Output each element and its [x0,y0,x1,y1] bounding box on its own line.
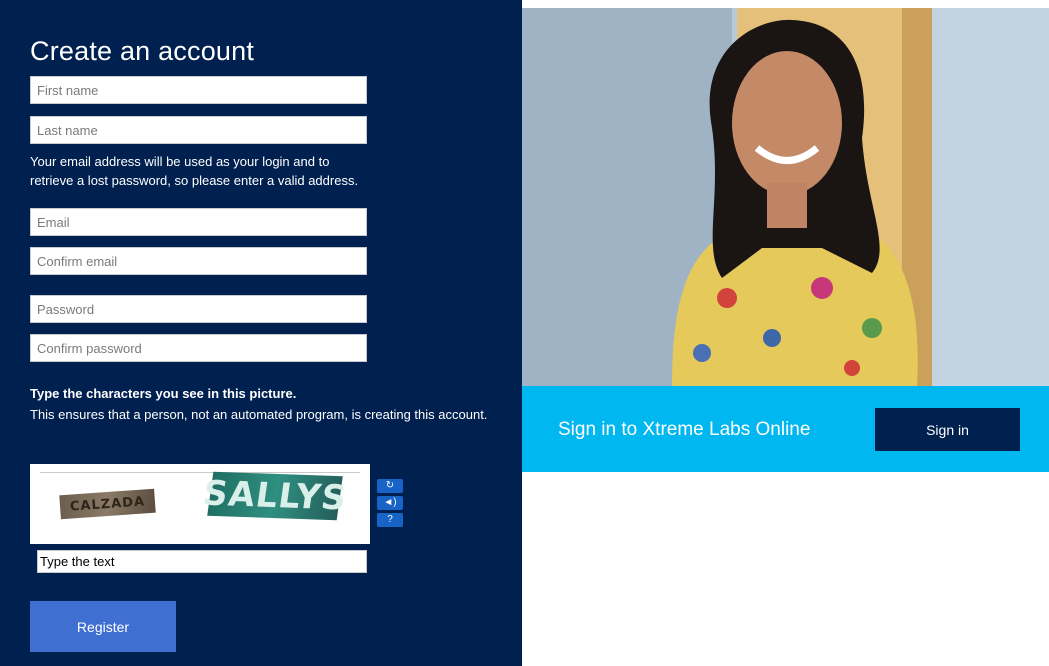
confirm-email-input[interactable] [30,247,367,275]
captcha-description: This ensures that a person, not an autom… [30,407,488,422]
register-button[interactable]: Register [30,601,176,652]
email-note-line2: retrieve a lost password, so please ente… [30,173,359,188]
captcha-input[interactable] [37,550,367,573]
help-icon[interactable]: ? [377,513,403,527]
audio-icon[interactable]: ◄) [377,496,403,510]
signin-prompt: Sign in to Xtreme Labs Online [558,419,811,440]
hero-photo [522,8,1049,386]
signin-bar: Sign in to Xtreme Labs Online Sign in [522,386,1049,472]
registration-panel: Create an account Your email address wil… [0,0,522,666]
hero-photo-illustration [522,8,1049,386]
first-name-input[interactable] [30,76,367,104]
password-input[interactable] [30,295,367,323]
last-name-input[interactable] [30,116,367,144]
email-note-line1: Your email address will be used as your … [30,154,330,169]
captcha-tools: ↻ ◄) ? [377,479,403,530]
sign-in-button[interactable]: Sign in [875,408,1020,451]
captcha-heading: Type the characters you see in this pict… [30,386,297,401]
captcha-word-1: CALZADA [59,488,156,520]
confirm-password-input[interactable] [30,334,367,362]
captcha-word-2: SALLYS [200,471,350,521]
page-title: Create an account [30,36,255,66]
captcha-divider [40,472,360,473]
email-input[interactable] [30,208,367,236]
refresh-icon[interactable]: ↻ [377,479,403,493]
captcha-image: CALZADA SALLYS [30,464,370,544]
